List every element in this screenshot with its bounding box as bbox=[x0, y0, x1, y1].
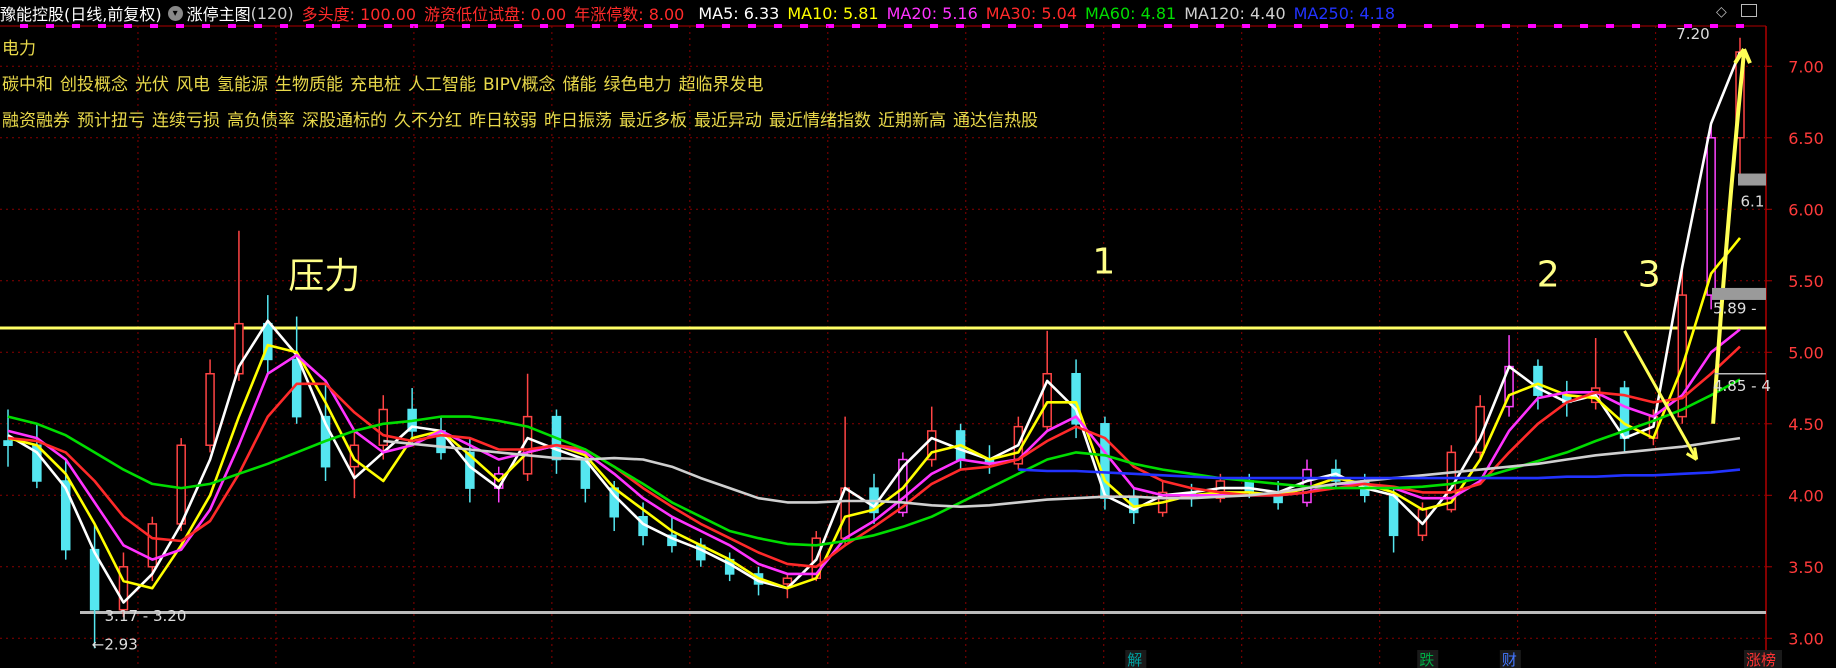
y-tick-label: 3.50 bbox=[1788, 558, 1824, 577]
header-bar: 豫能控股 (日线,前复权) ▾ 涨停主图 (120) 多头度: 100.00 游资… bbox=[0, 0, 1780, 26]
candle-body bbox=[782, 577, 793, 585]
feature-tag-2[interactable]: 连续亏损 bbox=[152, 111, 220, 131]
concept-tag-7[interactable]: 人工智能 bbox=[408, 75, 476, 95]
candle-body bbox=[1244, 480, 1255, 494]
metric-2: 年涨停数: 8.00 bbox=[574, 5, 685, 24]
price-label: 7.20 bbox=[1676, 25, 1709, 43]
concept-tag-4[interactable]: 氢能源 bbox=[217, 75, 268, 95]
price-label: 4.85 - 4 bbox=[1713, 377, 1771, 395]
concept-tag-6[interactable]: 充电桩 bbox=[350, 75, 401, 95]
feature-tag-9[interactable]: 最近异动 bbox=[694, 111, 762, 131]
concept-tag-3[interactable]: 风电 bbox=[176, 75, 210, 95]
window-toggle-icon[interactable] bbox=[1741, 4, 1757, 17]
y-tick-label: 4.50 bbox=[1788, 415, 1824, 434]
feature-tag-4[interactable]: 深股通标的 bbox=[302, 111, 387, 131]
metric-0: 多头度: 100.00 bbox=[301, 5, 417, 24]
feature-tag-8[interactable]: 最近多板 bbox=[619, 111, 687, 131]
y-tick-label: 6.00 bbox=[1788, 200, 1824, 219]
concept-tag-11[interactable]: 超临界发电 bbox=[679, 75, 764, 95]
industry-label[interactable]: 电力 bbox=[2, 39, 36, 59]
price-label: 5.89 - bbox=[1713, 300, 1757, 318]
ma-value-6: MA250: 4.18 bbox=[1293, 3, 1396, 23]
feature-tag-12[interactable]: 通达信热股 bbox=[953, 111, 1038, 131]
y-tick-label: 5.50 bbox=[1788, 272, 1824, 291]
y-tick-label: 6.50 bbox=[1788, 129, 1824, 148]
ma-value-1: MA10: 5.81 bbox=[787, 3, 879, 23]
event-marker: 财 bbox=[1502, 651, 1517, 668]
event-marker: 解 bbox=[1127, 651, 1142, 668]
metric-1: 游资低位试盘: 0.00 bbox=[424, 5, 567, 24]
feature-tag-3[interactable]: 高负债率 bbox=[227, 111, 295, 131]
annotation-label: 2 bbox=[1537, 255, 1560, 296]
candle-body bbox=[205, 372, 215, 446]
stock-name[interactable]: 豫能控股 bbox=[0, 1, 64, 25]
concept-tag-10[interactable]: 绿色电力 bbox=[604, 75, 672, 95]
event-marker: 涨榜 bbox=[1746, 651, 1776, 668]
annotation-label: 压力 bbox=[288, 256, 360, 297]
indicator-name[interactable]: 涨停主图 bbox=[187, 1, 251, 25]
ma-value-4: MA60: 4.81 bbox=[1085, 3, 1177, 23]
concept-tag-2[interactable]: 光伏 bbox=[135, 75, 169, 95]
ma-value-5: MA120: 4.40 bbox=[1184, 3, 1286, 23]
y-tick-label: 3.00 bbox=[1788, 629, 1824, 648]
ma-value-0: MA5: 6.33 bbox=[698, 3, 780, 23]
candle-body bbox=[1533, 365, 1543, 396]
concept-tag-5[interactable]: 生物质能 bbox=[275, 75, 343, 95]
ma-value-2: MA20: 5.16 bbox=[886, 3, 978, 23]
concept-tag-1[interactable]: 创投概念 bbox=[60, 75, 128, 95]
price-label: 3.17 - 3.20 bbox=[105, 607, 187, 625]
event-marker: 跌 bbox=[1419, 651, 1434, 668]
candlestick-chart: 7.00 6.50 6.00 5.50 5.00 4.50 4.00 3.50 3.00 压力 1 2… bbox=[0, 24, 1824, 668]
ma-value-3: MA30: 5.04 bbox=[985, 3, 1078, 23]
ma-readouts: MA5: 6.33 MA10: 5.81 MA20: 5.16 MA30: 5.04 M… bbox=[698, 4, 1403, 23]
concept-tag-0[interactable]: 碳中和 bbox=[2, 75, 53, 95]
candle-body bbox=[1388, 494, 1399, 537]
price-box bbox=[1738, 173, 1766, 186]
concept-tags: 碳中和 创投概念 光伏 风电 氢能源 生物质能 充电桩 人工智能 BIPV概念 储能 绿色电力 超临界… bbox=[2, 70, 771, 95]
candle-body bbox=[176, 444, 186, 525]
feature-tag-0[interactable]: 融资融券 bbox=[2, 111, 70, 131]
ma-line-ma250 bbox=[1018, 468, 1741, 480]
candle-body bbox=[378, 408, 389, 446]
concept-tag-8[interactable]: BIPV概念 bbox=[483, 75, 556, 95]
indicator-count: (120) bbox=[250, 3, 294, 23]
y-tick-label: 5.00 bbox=[1788, 343, 1824, 362]
y-tick-label: 4.00 bbox=[1788, 486, 1824, 505]
feature-tag-5[interactable]: 久不分红 bbox=[394, 111, 462, 131]
annotation-label: 3 bbox=[1638, 255, 1661, 296]
price-box bbox=[1712, 287, 1766, 300]
feature-tags: 融资融券 预计扭亏 连续亏损 高负债率 深股通标的 久不分红 昨日较弱 昨日振荡 最近多板 最近异… bbox=[2, 106, 1045, 131]
feature-tag-1[interactable]: 预计扭亏 bbox=[77, 111, 145, 131]
metric-readouts: 多头度: 100.00 游资低位试盘: 0.00 年涨停数: 8.00 bbox=[302, 1, 693, 25]
industry-tag: 电力 bbox=[2, 34, 43, 59]
y-tick-label: 7.00 bbox=[1788, 57, 1824, 76]
price-label: 6.1 bbox=[1741, 192, 1765, 210]
annotation-label: 1 bbox=[1092, 242, 1115, 283]
candle-body bbox=[3, 440, 13, 446]
indicator-dropdown-icon[interactable]: ▾ bbox=[167, 5, 183, 21]
price-label: ←2.93 bbox=[92, 636, 138, 654]
diamond-icon[interactable]: ◇ bbox=[1716, 4, 1732, 20]
feature-tag-7[interactable]: 昨日振荡 bbox=[544, 111, 612, 131]
concept-tag-9[interactable]: 储能 bbox=[563, 75, 597, 95]
feature-tag-6[interactable]: 昨日较弱 bbox=[469, 111, 537, 131]
period-label[interactable]: (日线,前复权) bbox=[64, 1, 162, 25]
feature-tag-10[interactable]: 最近情绪指数 bbox=[769, 111, 871, 131]
feature-tag-11[interactable]: 近期新高 bbox=[878, 111, 946, 131]
